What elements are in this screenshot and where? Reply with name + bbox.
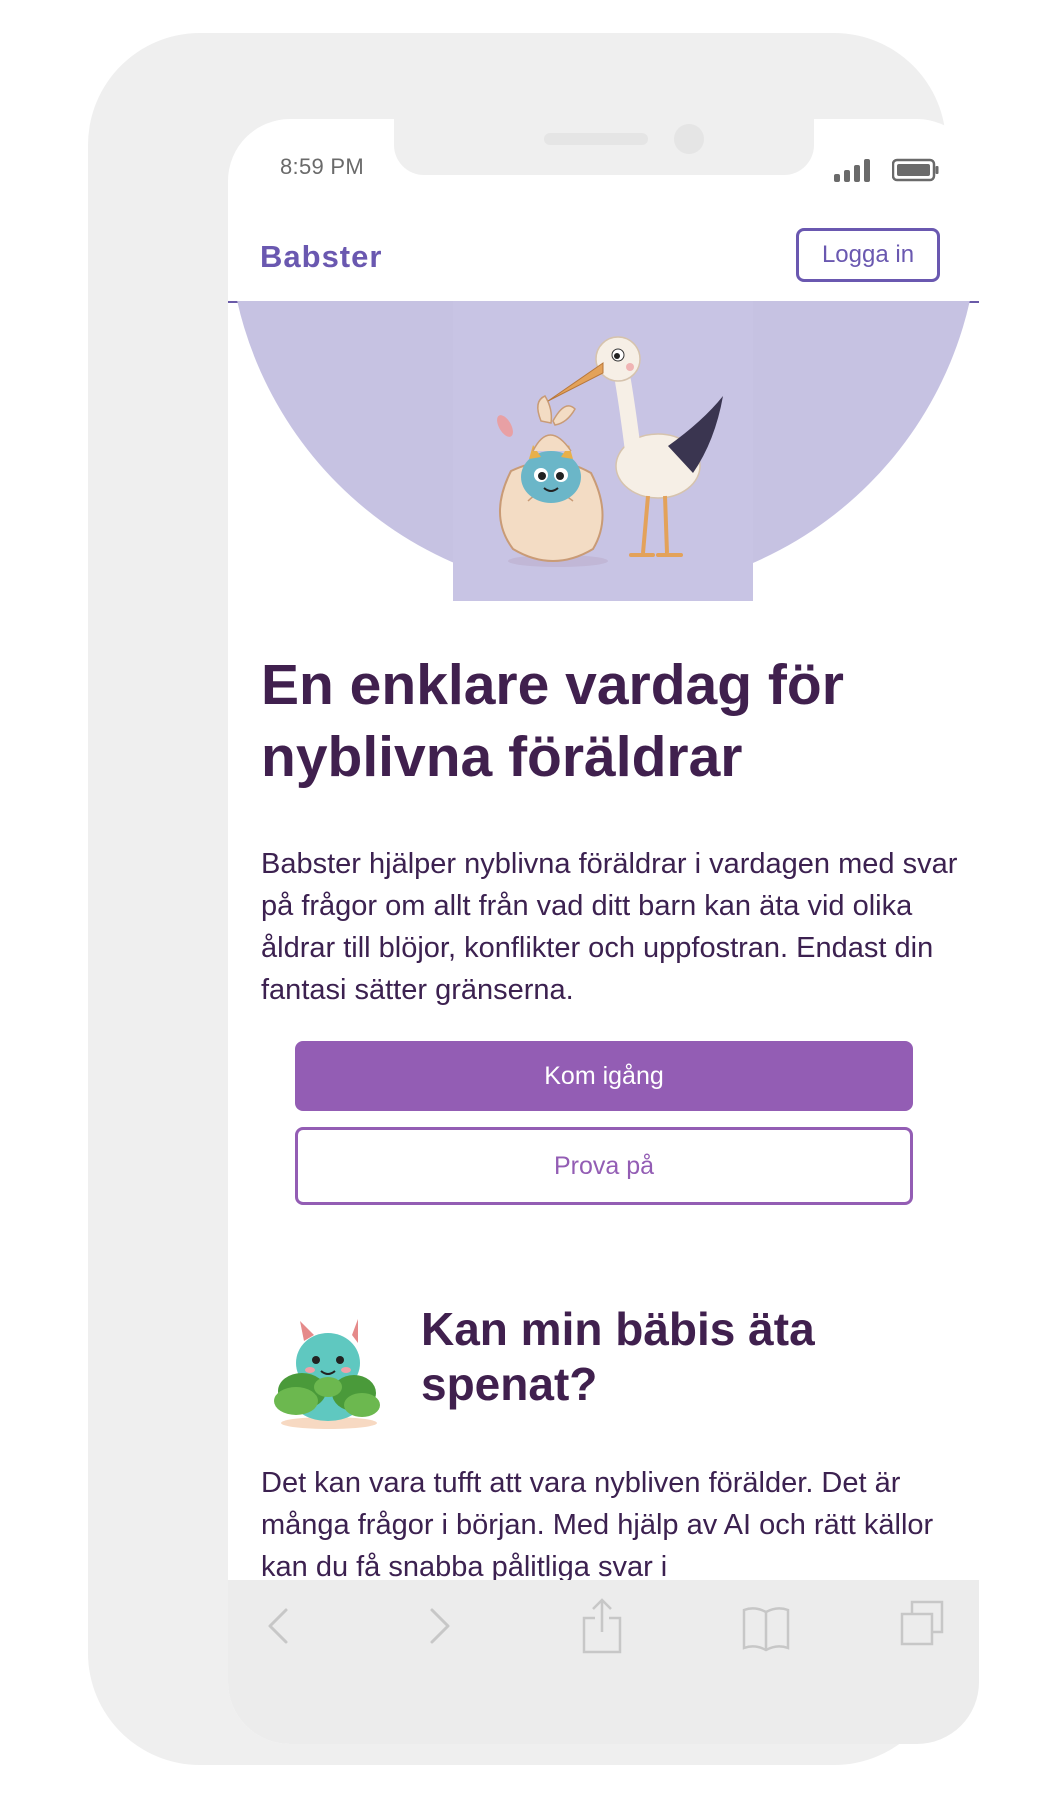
login-button[interactable]: Logga in <box>796 228 940 282</box>
tabs-icon[interactable] <box>898 1596 948 1656</box>
forward-icon[interactable] <box>420 1596 460 1656</box>
back-icon[interactable] <box>258 1596 298 1656</box>
browser-toolbar <box>228 1580 979 1744</box>
logo[interactable]: Babster <box>260 239 382 275</box>
speaker <box>544 133 648 145</box>
hero-intro: Babster hjälper nyblivna föräldrar i var… <box>261 848 958 1006</box>
feature-title: Kan min bäbis äta spenat? <box>421 1303 815 1410</box>
spinach-monster-illustration <box>274 1319 380 1429</box>
notch <box>394 119 814 175</box>
hero-headline: En enklare vardag för nyblivna föräldrar <box>261 653 844 789</box>
phone-screen: 8:59 PM Babster Logga in En enklare vard… <box>228 119 979 1744</box>
get-started-button[interactable]: Kom igång <box>295 1041 913 1111</box>
bookmarks-icon[interactable] <box>740 1596 792 1656</box>
phone-frame: 8:59 PM Babster Logga in En enklare vard… <box>88 33 979 1765</box>
status-time: 8:59 PM <box>280 154 365 179</box>
try-it-button[interactable]: Prova på <box>295 1127 913 1205</box>
share-icon[interactable] <box>580 1596 624 1656</box>
hero-banner <box>228 301 979 601</box>
site-header: Babster Logga in <box>228 207 979 303</box>
feature-text: Det kan vara tufft att vara nybliven för… <box>261 1467 934 1583</box>
camera <box>674 124 704 154</box>
stork-illustration <box>497 336 723 567</box>
signal-icon <box>834 159 870 182</box>
battery-icon <box>892 158 939 182</box>
